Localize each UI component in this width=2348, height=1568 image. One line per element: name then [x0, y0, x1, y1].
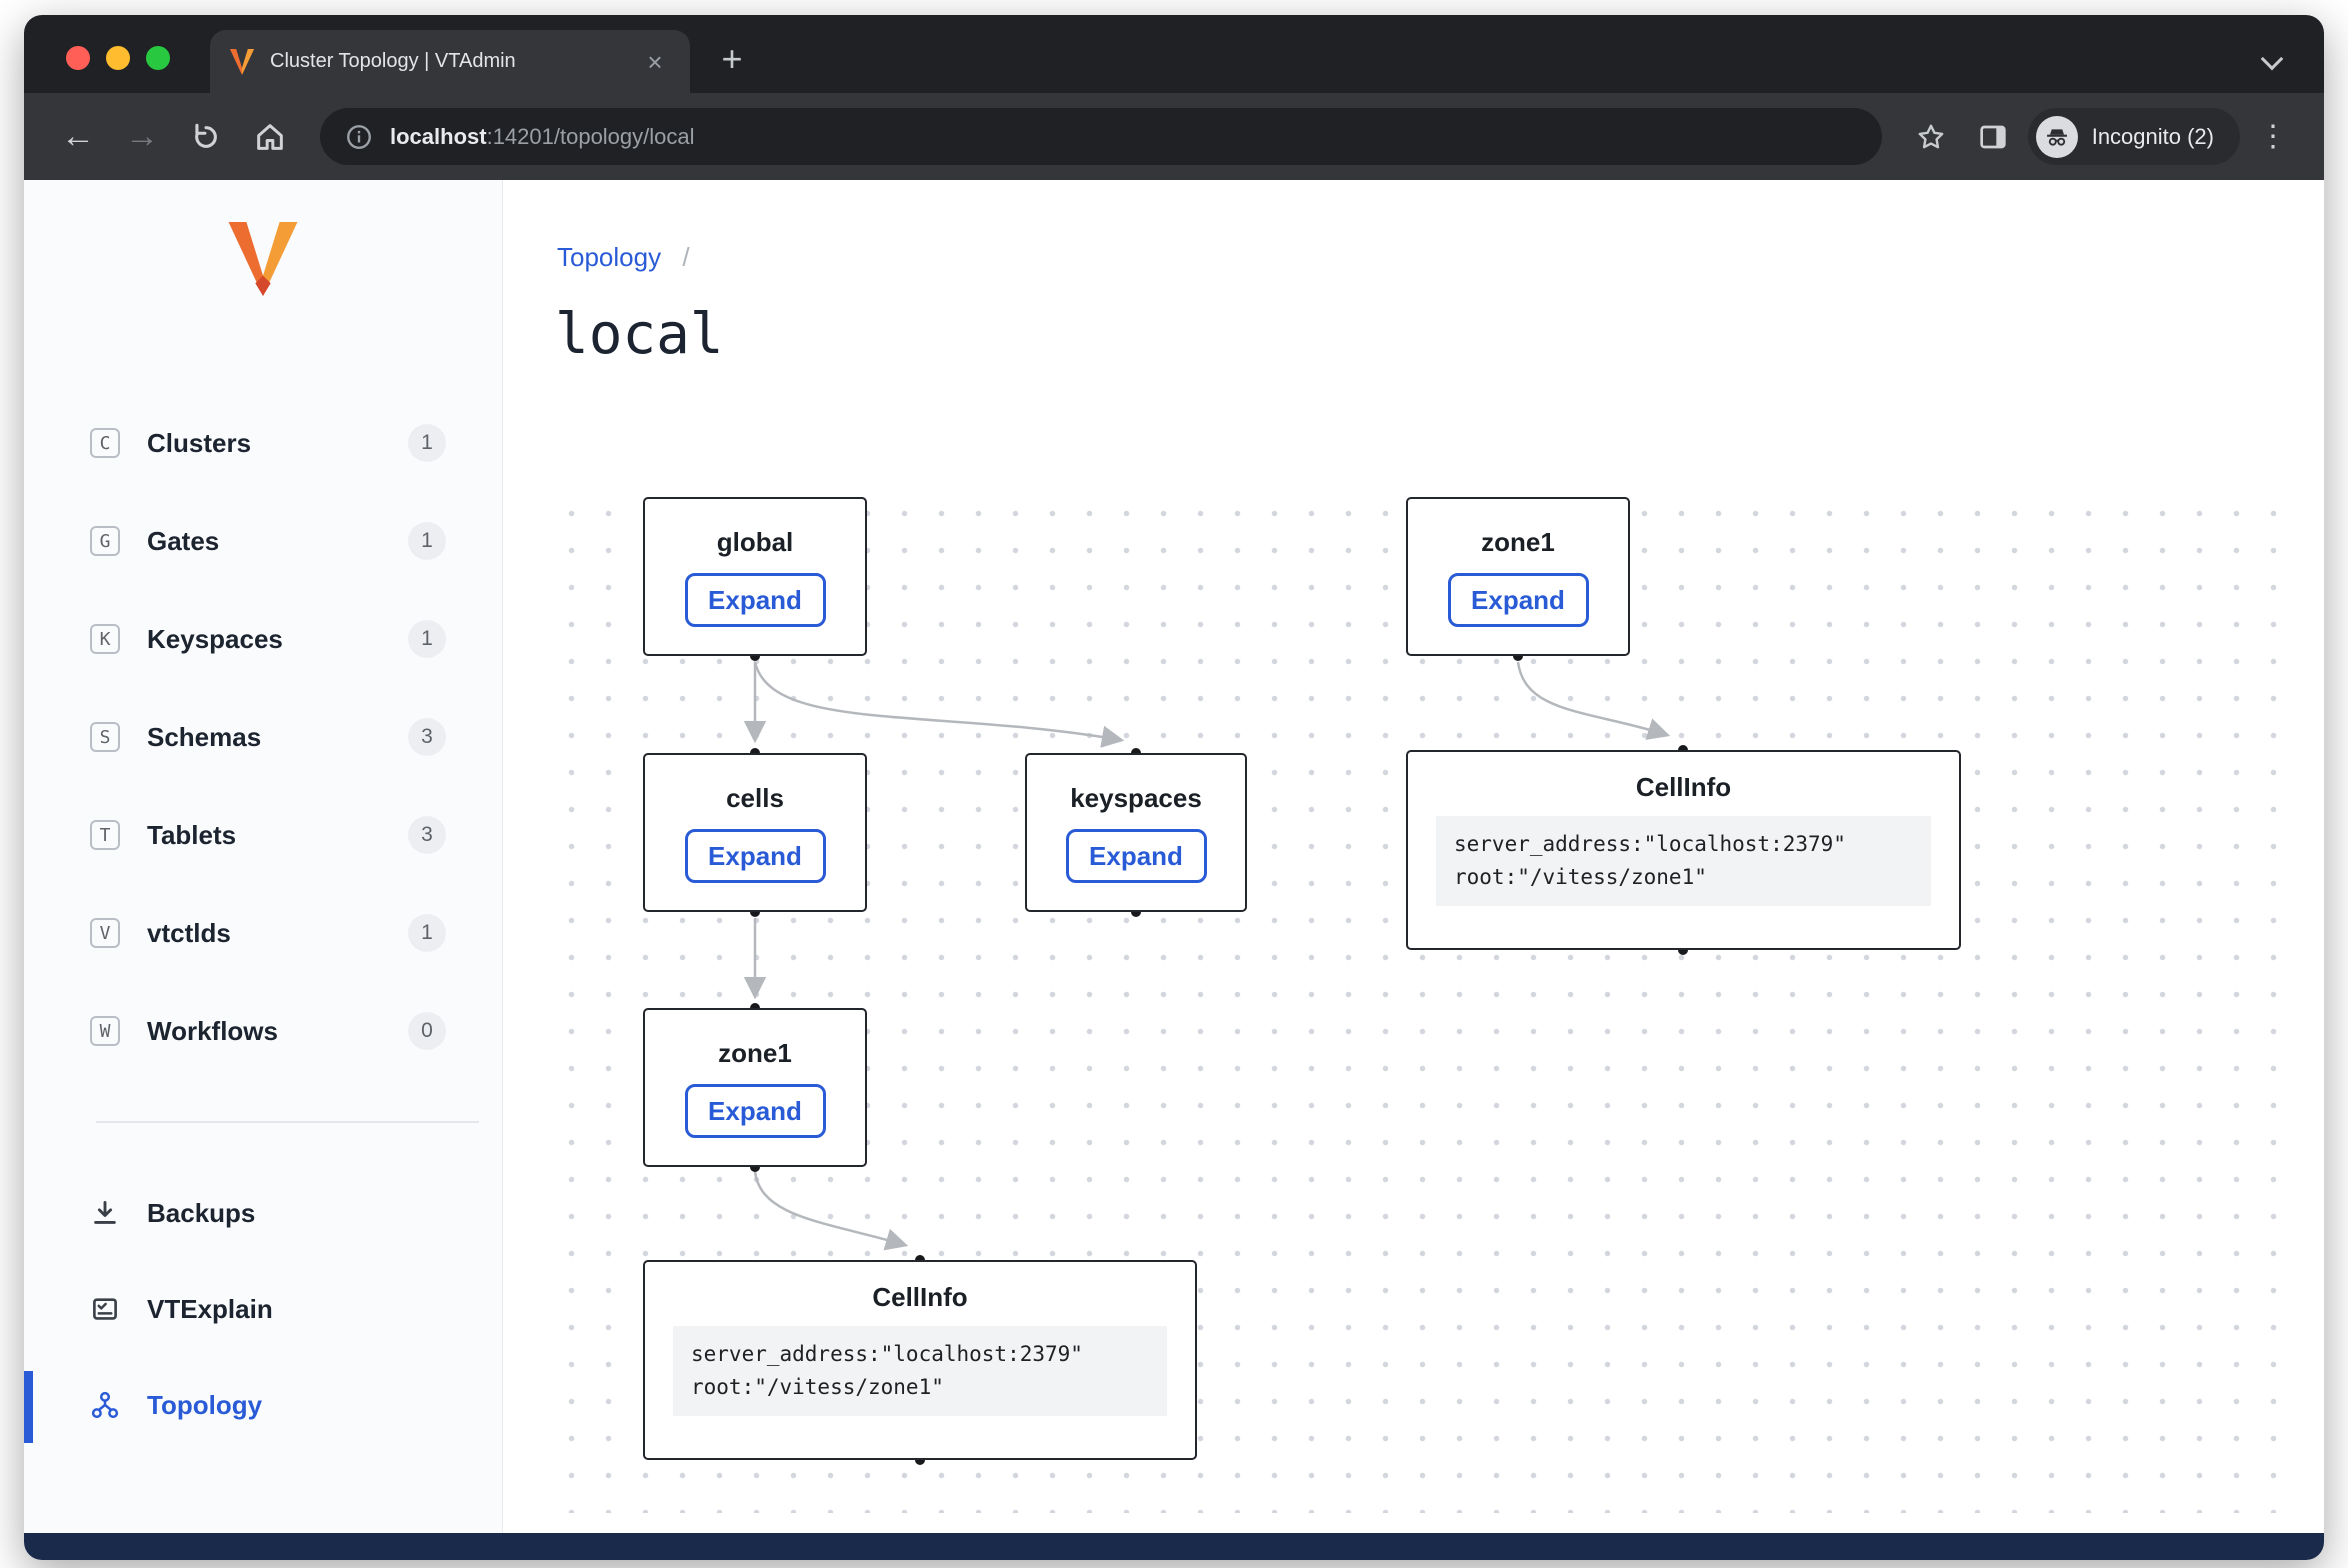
cellinfo-code: server_address:"localhost:2379" root:"/v…: [1436, 816, 1931, 906]
sidebar-item-vtexplain[interactable]: VTExplain: [24, 1273, 502, 1345]
topology-node-zone1-lower: zone1 Expand: [643, 1008, 867, 1167]
breadcrumb-topology-link[interactable]: Topology: [557, 242, 661, 272]
sidebar-item-schemas[interactable]: S Schemas 3: [24, 701, 502, 773]
vitess-logo: [24, 222, 502, 296]
chevron-down-icon[interactable]: [2261, 48, 2284, 71]
node-title: zone1: [718, 1036, 792, 1070]
workflows-icon: W: [90, 1016, 120, 1046]
code-line: root:"/vitess/zone1": [691, 1371, 1149, 1404]
url-host: localhost: [390, 124, 487, 149]
back-icon[interactable]: ←: [50, 109, 106, 165]
count-badge: 1: [408, 522, 446, 560]
window-footer: [24, 1533, 2324, 1560]
vtctlds-icon: V: [90, 918, 120, 948]
topology-node-cellinfo-right: CellInfo server_address:"localhost:2379"…: [1406, 750, 1961, 950]
incognito-icon: [2036, 116, 2078, 158]
vitess-favicon-icon: [228, 49, 256, 75]
count-badge: 1: [408, 914, 446, 952]
sidebar-item-tablets[interactable]: T Tablets 3: [24, 799, 502, 871]
topology-node-cells: cells Expand: [643, 753, 867, 912]
code-line: server_address:"localhost:2379": [1454, 828, 1913, 861]
sidebar-item-gates[interactable]: G Gates 1: [24, 505, 502, 577]
incognito-label: Incognito (2): [2092, 124, 2214, 150]
count-badge: 1: [408, 620, 446, 658]
download-icon: [90, 1198, 120, 1228]
bookmark-star-icon[interactable]: [1904, 110, 1958, 164]
profile-chip[interactable]: Incognito (2): [2028, 108, 2240, 165]
clusters-icon: C: [90, 428, 120, 458]
address-bar[interactable]: localhost:14201/topology/local: [320, 108, 1882, 165]
gates-icon: G: [90, 526, 120, 556]
sidebar-item-keyspaces[interactable]: K Keyspaces 1: [24, 603, 502, 675]
sidebar-item-vtctlds[interactable]: V vtctlds 1: [24, 897, 502, 969]
expand-button[interactable]: Expand: [1066, 829, 1207, 883]
node-title: CellInfo: [1636, 770, 1731, 804]
count-badge: 3: [408, 718, 446, 756]
reload-icon[interactable]: [178, 109, 234, 165]
url-path: :14201/topology/local: [487, 124, 695, 149]
count-badge: 3: [408, 816, 446, 854]
sidebar-divider: [96, 1121, 479, 1123]
active-item-indicator: [24, 1371, 33, 1443]
node-title: keyspaces: [1070, 781, 1202, 815]
close-window-button[interactable]: [66, 46, 90, 70]
main-content: Topology / local: [503, 180, 2324, 1533]
tab-title: Cluster Topology | VTAdmin: [270, 50, 638, 73]
topology-icon: [90, 1390, 120, 1420]
page-content: C Clusters 1 G Gates 1 K Keyspaces 1: [24, 180, 2324, 1533]
screen: Cluster Topology | VTAdmin × + ← →: [0, 0, 2348, 1568]
browser-tab[interactable]: Cluster Topology | VTAdmin ×: [210, 30, 690, 93]
kebab-menu-icon[interactable]: ⋮: [2248, 110, 2298, 164]
topology-node-global: global Expand: [643, 497, 867, 656]
expand-button[interactable]: Expand: [685, 1084, 826, 1138]
topology-node-cellinfo-bottom: CellInfo server_address:"localhost:2379"…: [643, 1260, 1197, 1460]
expand-button[interactable]: Expand: [1448, 573, 1589, 627]
forward-icon[interactable]: →: [114, 109, 170, 165]
traffic-lights: [66, 46, 170, 70]
sidebar-item-workflows[interactable]: W Workflows 0: [24, 995, 502, 1067]
keyspaces-icon: K: [90, 624, 120, 654]
document-icon: [90, 1294, 120, 1324]
minimize-window-button[interactable]: [106, 46, 130, 70]
sidebar-item-backups[interactable]: Backups: [24, 1177, 502, 1249]
code-line: root:"/vitess/zone1": [1454, 861, 1913, 894]
code-line: server_address:"localhost:2379": [691, 1338, 1149, 1371]
breadcrumb-separator: /: [682, 242, 689, 272]
zoom-window-button[interactable]: [146, 46, 170, 70]
side-panel-icon[interactable]: [1966, 110, 2020, 164]
breadcrumb: Topology /: [557, 242, 690, 273]
tablets-icon: T: [90, 820, 120, 850]
sidebar-secondary-nav: Backups VTExplain: [24, 1177, 502, 1441]
count-badge: 1: [408, 424, 446, 462]
sidebar-item-clusters[interactable]: C Clusters 1: [24, 407, 502, 479]
node-title: cells: [726, 781, 784, 815]
count-badge: 0: [408, 1012, 446, 1050]
sidebar-nav: C Clusters 1 G Gates 1 K Keyspaces 1: [24, 407, 502, 1067]
url-text: localhost:14201/topology/local: [390, 124, 695, 150]
new-tab-button[interactable]: +: [710, 37, 754, 81]
page-title: local: [555, 302, 724, 367]
schemas-icon: S: [90, 722, 120, 752]
node-title: zone1: [1481, 525, 1555, 559]
topology-node-zone1-top: zone1 Expand: [1406, 497, 1630, 656]
browser-toolbar: ← → localhost:14201/topology/local: [24, 93, 2324, 180]
info-icon[interactable]: [344, 122, 374, 152]
expand-button[interactable]: Expand: [685, 573, 826, 627]
home-icon[interactable]: [242, 109, 298, 165]
tab-close-icon[interactable]: ×: [638, 45, 672, 79]
expand-button[interactable]: Expand: [685, 829, 826, 883]
sidebar-item-topology[interactable]: Topology: [24, 1369, 502, 1441]
sidebar: C Clusters 1 G Gates 1 K Keyspaces 1: [24, 180, 503, 1533]
node-title: CellInfo: [872, 1280, 967, 1314]
browser-window: Cluster Topology | VTAdmin × + ← →: [24, 15, 2324, 1560]
cellinfo-code: server_address:"localhost:2379" root:"/v…: [673, 1326, 1167, 1416]
node-title: global: [717, 525, 794, 559]
tab-strip: Cluster Topology | VTAdmin × +: [24, 15, 2324, 93]
topology-node-keyspaces: keyspaces Expand: [1025, 753, 1247, 912]
